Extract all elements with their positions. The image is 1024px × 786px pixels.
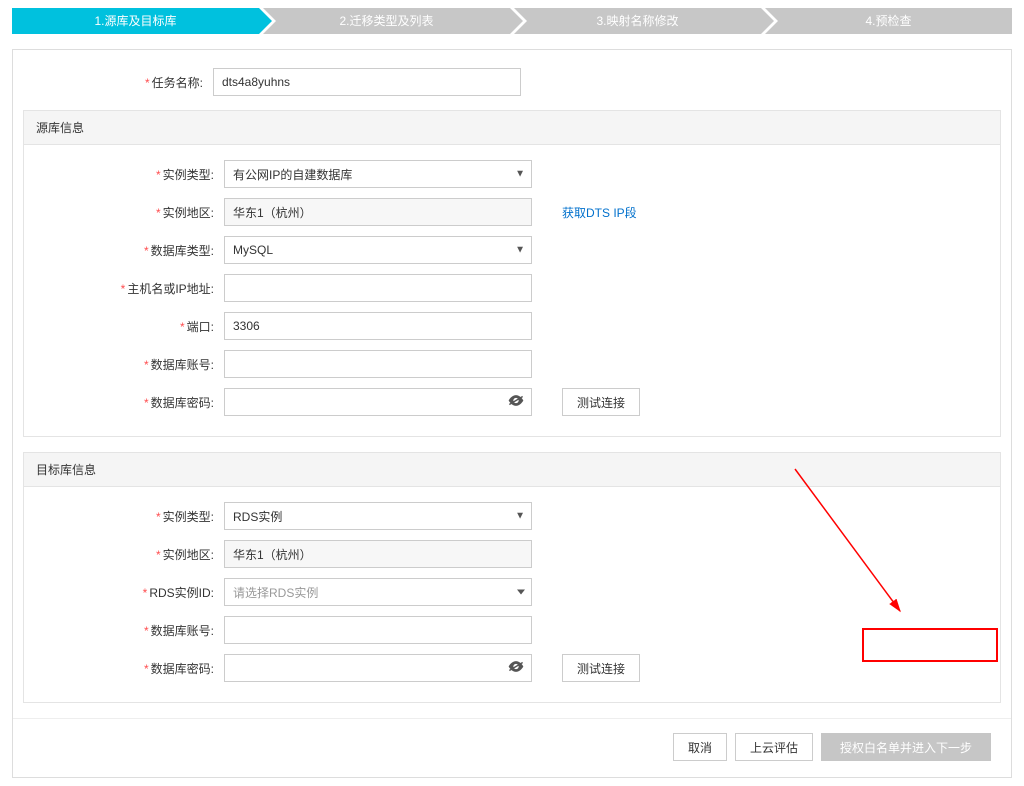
- field-label: *端口:: [24, 318, 224, 335]
- cloud-evaluate-button[interactable]: 上云评估: [735, 733, 813, 761]
- chevron-down-icon: ▼: [515, 169, 525, 180]
- source-account-row: *数据库账号:: [24, 350, 1000, 378]
- chevron-down-icon: [517, 590, 525, 595]
- chevron-down-icon: ▼: [515, 511, 525, 522]
- field-label: *主机名或IP地址:: [24, 280, 224, 297]
- step-label: 4.预检查: [865, 14, 911, 28]
- chevron-down-icon: ▼: [515, 245, 525, 256]
- target-instance-type-select[interactable]: RDS实例 ▼: [224, 502, 532, 530]
- get-dts-ip-link[interactable]: 获取DTS IP段: [562, 204, 637, 221]
- target-region-row: *实例地区: 华东1（杭州）: [24, 540, 1000, 568]
- target-account-row: *数据库账号:: [24, 616, 1000, 644]
- source-instance-type-select[interactable]: 有公网IP的自建数据库 ▼: [224, 160, 532, 188]
- target-password-input[interactable]: [224, 654, 532, 682]
- source-host-row: *主机名或IP地址:: [24, 274, 1000, 302]
- task-name-input[interactable]: [213, 68, 521, 96]
- source-instance-type-row: *实例类型: 有公网IP的自建数据库 ▼: [24, 160, 1000, 188]
- select-value: MySQL: [233, 243, 273, 257]
- source-test-connection-button[interactable]: 测试连接: [562, 388, 640, 416]
- eye-icon[interactable]: [508, 395, 524, 410]
- step-label: 1.源库及目标库: [94, 14, 176, 28]
- field-label: *实例地区:: [24, 204, 224, 221]
- target-rds-id-row: *RDS实例ID: 请选择RDS实例: [24, 578, 1000, 606]
- wizard-steps: 1.源库及目标库 2.迁移类型及列表 3.映射名称修改 4.预检查: [12, 8, 1012, 34]
- task-name-row: *任务名称:: [13, 50, 1011, 110]
- field-label: *数据库密码:: [24, 394, 224, 411]
- authorize-and-next-button[interactable]: 授权白名单并进入下一步: [821, 733, 991, 761]
- source-password-row: *数据库密码: 测试连接: [24, 388, 1000, 416]
- target-db-header: 目标库信息: [24, 453, 1000, 487]
- target-password-row: *数据库密码: 测试连接: [24, 654, 1000, 682]
- target-rds-id-select[interactable]: 请选择RDS实例: [224, 578, 532, 606]
- step-2-migration-type[interactable]: 2.迁移类型及列表: [263, 8, 510, 34]
- source-region-row: *实例地区: 华东1（杭州） 获取DTS IP段: [24, 198, 1000, 226]
- field-label: *实例类型:: [24, 166, 224, 183]
- field-label: *RDS实例ID:: [24, 584, 224, 601]
- target-test-connection-button[interactable]: 测试连接: [562, 654, 640, 682]
- source-db-header: 源库信息: [24, 111, 1000, 145]
- step-4-precheck[interactable]: 4.预检查: [765, 8, 1012, 34]
- field-label: *实例地区:: [24, 546, 224, 563]
- select-value: 华东1（杭州）: [233, 546, 312, 563]
- source-db-section: 源库信息 *实例类型: 有公网IP的自建数据库 ▼ *实例地区: 华东1（杭州）…: [23, 110, 1001, 437]
- select-placeholder: 请选择RDS实例: [233, 584, 318, 601]
- step-3-mapping[interactable]: 3.映射名称修改: [514, 8, 761, 34]
- select-value: 有公网IP的自建数据库: [233, 166, 352, 183]
- eye-icon[interactable]: [508, 661, 524, 676]
- footer-actions: 取消 上云评估 授权白名单并进入下一步: [13, 718, 1011, 777]
- field-label: *数据库类型:: [24, 242, 224, 259]
- step-label: 2.迁移类型及列表: [339, 14, 433, 28]
- target-account-input[interactable]: [224, 616, 532, 644]
- field-label: *数据库账号:: [24, 356, 224, 373]
- source-port-row: *端口:: [24, 312, 1000, 340]
- step-1-source-target[interactable]: 1.源库及目标库: [12, 8, 259, 34]
- step-label: 3.映射名称修改: [596, 14, 678, 28]
- source-account-input[interactable]: [224, 350, 532, 378]
- field-label: *实例类型:: [24, 508, 224, 525]
- source-password-input[interactable]: [224, 388, 532, 416]
- target-region-select[interactable]: 华东1（杭州）: [224, 540, 532, 568]
- target-db-section: 目标库信息 *实例类型: RDS实例 ▼ *实例地区: 华东1（杭州） *RDS…: [23, 452, 1001, 703]
- source-db-type-select[interactable]: MySQL ▼: [224, 236, 532, 264]
- field-label: *数据库账号:: [24, 622, 224, 639]
- main-panel: *任务名称: 源库信息 *实例类型: 有公网IP的自建数据库 ▼ *实例地区: …: [12, 49, 1012, 778]
- source-region-select[interactable]: 华东1（杭州）: [224, 198, 532, 226]
- field-label: *数据库密码:: [24, 660, 224, 677]
- select-value: RDS实例: [233, 508, 282, 525]
- task-name-label: *任务名称:: [13, 74, 213, 91]
- target-instance-type-row: *实例类型: RDS实例 ▼: [24, 502, 1000, 530]
- source-host-input[interactable]: [224, 274, 532, 302]
- select-value: 华东1（杭州）: [233, 204, 312, 221]
- cancel-button[interactable]: 取消: [673, 733, 727, 761]
- source-db-type-row: *数据库类型: MySQL ▼: [24, 236, 1000, 264]
- source-port-input[interactable]: [224, 312, 532, 340]
